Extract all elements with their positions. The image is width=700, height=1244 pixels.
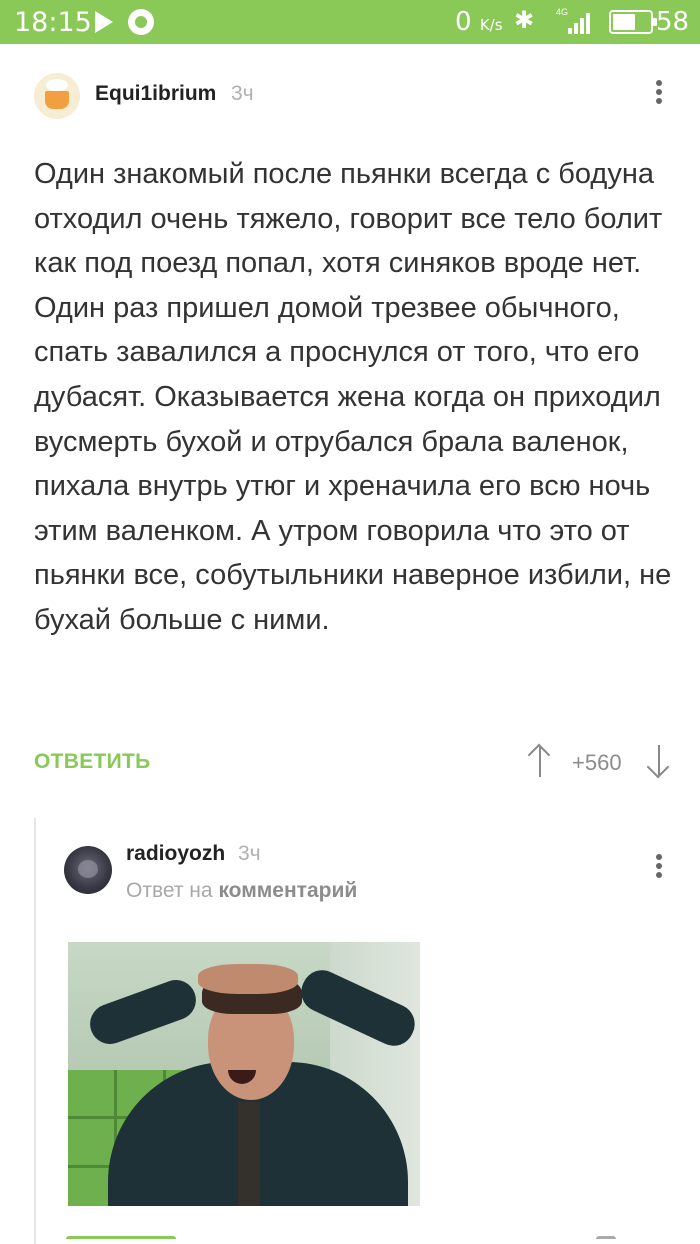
reply-button[interactable]: ОТВЕТИТЬ: [34, 750, 151, 774]
comment-author[interactable]: radioyozh: [126, 842, 225, 866]
bluetooth-icon: ✱: [514, 6, 535, 34]
comment-time: 3ч: [231, 82, 254, 105]
reply-to-label: Ответ на комментарий: [126, 879, 358, 902]
avatar[interactable]: [64, 846, 112, 894]
status-time: 18:15: [14, 7, 92, 38]
cut-off-actions: [66, 1236, 666, 1244]
status-bar: 18:15 0 K/s ✱ 4G 58: [0, 0, 700, 44]
more-vertical-icon[interactable]: [656, 854, 662, 882]
battery-percent: 58: [656, 7, 690, 37]
comment-rating: +560: [572, 750, 622, 775]
battery-icon: [609, 10, 657, 34]
thread-line[interactable]: [34, 818, 36, 1244]
play-icon: [95, 11, 113, 33]
comment-author[interactable]: Equi1ibrium: [95, 82, 216, 106]
network-speed: 0 K/s: [455, 7, 503, 37]
whatsapp-icon: [128, 9, 154, 35]
comment-time: 3ч: [238, 842, 261, 865]
arrow-up-icon[interactable]: [527, 745, 553, 777]
comment-text: Один знакомый после пьянки всегда с боду…: [34, 158, 672, 636]
avatar[interactable]: [34, 73, 80, 119]
arrow-down-icon[interactable]: [646, 745, 672, 777]
comment-image[interactable]: [68, 942, 420, 1206]
signal-icon: [556, 12, 592, 34]
reply-target-link[interactable]: комментарий: [218, 879, 357, 902]
more-vertical-icon[interactable]: [656, 80, 662, 108]
